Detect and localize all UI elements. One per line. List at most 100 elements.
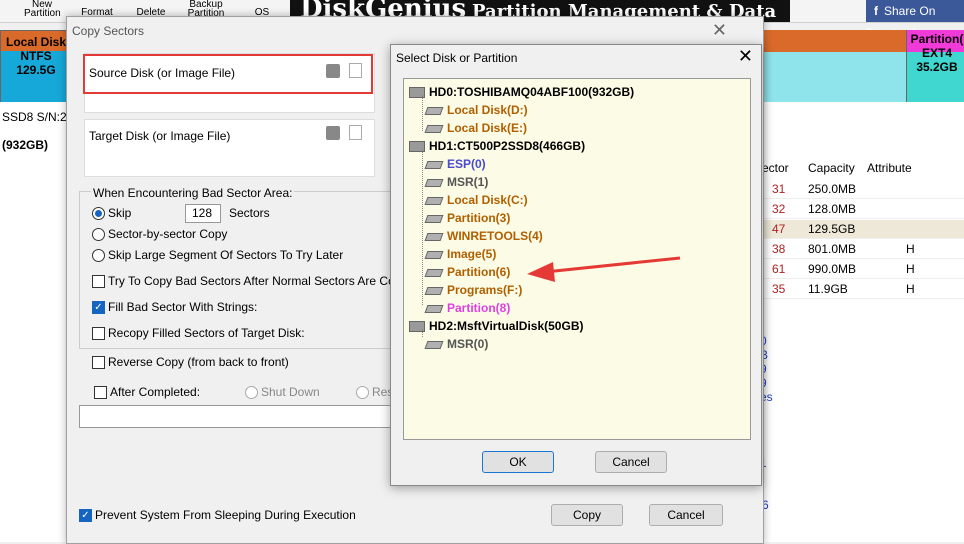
arrow-head	[527, 262, 555, 282]
disk-tree-item[interactable]: HD0:TOSHIBAMQ04ABF100(932GB)	[409, 85, 634, 99]
ok-button[interactable]: OK	[482, 451, 554, 473]
partition-tree-item[interactable]: WINRETOOLS(4)	[424, 229, 543, 243]
tree-item-label: HD2:MsftVirtualDisk(50GB)	[429, 319, 584, 333]
table-row[interactable]: 32 128.0MB	[760, 200, 964, 219]
tree-item-label: MSR(1)	[447, 175, 489, 189]
column-header-sector[interactable]: ector	[762, 161, 789, 175]
cancel-button[interactable]: Cancel	[595, 451, 667, 473]
sector-by-sector-label: Sector-by-sector Copy	[108, 227, 228, 241]
dialog-title: Select Disk or Partition	[396, 51, 518, 65]
tree-item-label: Local Disk(E:)	[447, 121, 528, 135]
restart-radio[interactable]	[356, 386, 369, 399]
file-icon[interactable]	[349, 125, 362, 140]
partition-tree-item[interactable]: Local Disk(E:)	[424, 121, 528, 135]
tree-connector	[422, 95, 423, 131]
table-row[interactable]: 35 11.9GB H	[760, 280, 964, 299]
tree-item-label: HD1:CT500P2SSD8(466GB)	[429, 139, 586, 153]
partition-icon	[424, 214, 444, 223]
table-row[interactable]: 47 129.5GB	[760, 220, 964, 239]
partition-tree-item[interactable]: Image(5)	[424, 247, 497, 261]
shut-down-label: Shut Down	[261, 385, 320, 399]
partition-tree-item[interactable]: MSR(0)	[424, 337, 489, 351]
copy-button[interactable]: Copy	[551, 504, 623, 526]
partition-size: 129.5G	[16, 63, 56, 77]
partition-block-local-disk[interactable]: Local Disk NTFS 129.5G	[0, 30, 72, 104]
partition-icon	[424, 250, 444, 259]
shut-down-radio[interactable]	[245, 386, 258, 399]
disk-icon[interactable]	[326, 126, 340, 140]
cancel-button[interactable]: Cancel	[649, 504, 723, 526]
recopy-filled-label: Recopy Filled Sectors of Target Disk:	[108, 326, 305, 340]
tree-item-label: Image(5)	[447, 247, 497, 261]
group-title: When Encountering Bad Sector Area:	[91, 186, 295, 200]
skip-radio[interactable]	[92, 207, 105, 220]
disk-tree-item[interactable]: HD2:MsftVirtualDisk(50GB)	[409, 319, 583, 333]
partition-segment	[760, 52, 906, 102]
fill-bad-label: Fill Bad Sector With Strings:	[108, 300, 258, 314]
file-icon[interactable]	[349, 63, 362, 78]
disk-icon[interactable]	[326, 64, 340, 78]
partition-name: Partition(	[910, 32, 964, 46]
tree-item-label: Local Disk(D:)	[447, 103, 528, 117]
partition-tree-item[interactable]: Partition(6)	[424, 265, 511, 279]
tree-item-label: HD0:TOSHIBAMQ04ABF100(932GB)	[429, 85, 635, 99]
partition-size: 35.2GB	[916, 60, 958, 74]
facebook-share-button[interactable]: fShare On Facebook	[866, 0, 964, 40]
partition-fs: EXT4	[921, 46, 952, 60]
partition-icon	[424, 106, 444, 115]
disk-tree-item[interactable]: HD1:CT500P2SSD8(466GB)	[409, 139, 585, 153]
partition-tree-item[interactable]: Partition(8)	[424, 301, 510, 315]
try-copy-bad-checkbox[interactable]	[92, 275, 105, 288]
recopy-filled-checkbox[interactable]	[92, 327, 105, 340]
column-header-attribute[interactable]: Attribute	[867, 161, 912, 175]
annotation-arrow	[527, 256, 681, 282]
column-header-capacity[interactable]: Capacity	[808, 161, 855, 175]
partition-tree-item[interactable]: Programs(F:)	[424, 283, 522, 297]
partition-icon	[424, 232, 444, 241]
tree-item-label: MSR(0)	[447, 337, 489, 351]
close-icon[interactable]: ✕	[738, 46, 753, 67]
partition-icon	[424, 286, 444, 295]
partition-name: Local Disk	[5, 35, 67, 49]
table-row[interactable]: 31 250.0MB	[760, 180, 964, 199]
table-row[interactable]: 38 801.0MB H	[760, 240, 964, 259]
after-completed-checkbox[interactable]	[94, 386, 107, 399]
partition-tree-item[interactable]: Partition(3)	[424, 211, 511, 225]
target-disk-label: Target Disk (or Image File)	[89, 129, 231, 143]
arrow-shaft	[544, 256, 681, 274]
new-partition-button[interactable]: New Partition	[24, 0, 61, 19]
skip-large-radio[interactable]	[92, 249, 105, 262]
sector-by-sector-radio[interactable]	[92, 228, 105, 241]
partition-icon	[424, 340, 444, 349]
sectors-label: Sectors	[229, 206, 270, 220]
partition-icon	[424, 268, 444, 277]
partition-fs: NTFS	[20, 49, 52, 63]
reverse-copy-checkbox[interactable]	[92, 356, 105, 369]
partition-icon	[424, 160, 444, 169]
tree-item-label: Partition(6)	[447, 265, 511, 279]
prevent-sleep-checkbox[interactable]: ✓	[79, 509, 92, 522]
partition-segment	[760, 30, 906, 52]
progress-field	[79, 405, 393, 428]
skip-count-input[interactable]: 128	[185, 204, 221, 223]
partition-icon	[424, 178, 444, 187]
partition-icon	[424, 304, 444, 313]
reverse-copy-label: Reverse Copy (from back to front)	[108, 355, 289, 369]
tree-item-label: Partition(3)	[447, 211, 511, 225]
table-row[interactable]: 61 990.0MB H	[760, 260, 964, 279]
partition-tree-item[interactable]: Local Disk(C:)	[424, 193, 528, 207]
partition-block-ext4[interactable]: Partition( EXT4 35.2GB	[906, 30, 964, 102]
tree-connector	[422, 329, 423, 337]
close-icon[interactable]: ✕	[712, 20, 727, 41]
dialog-title: Copy Sectors	[72, 24, 145, 38]
tree-item-label: WINRETOOLS(4)	[447, 229, 543, 243]
partition-tree-item[interactable]: MSR(1)	[424, 175, 489, 189]
tree-connector	[422, 149, 423, 305]
fill-bad-checkbox[interactable]: ✓	[92, 301, 105, 314]
partition-icon	[424, 124, 444, 133]
partition-tree-item[interactable]: Local Disk(D:)	[424, 103, 528, 117]
disk-tree-item[interactable]: (932GB)	[2, 138, 48, 152]
partition-icon	[424, 196, 444, 205]
partition-tree-item[interactable]: ESP(0)	[424, 157, 486, 171]
facebook-icon: f	[874, 4, 878, 18]
